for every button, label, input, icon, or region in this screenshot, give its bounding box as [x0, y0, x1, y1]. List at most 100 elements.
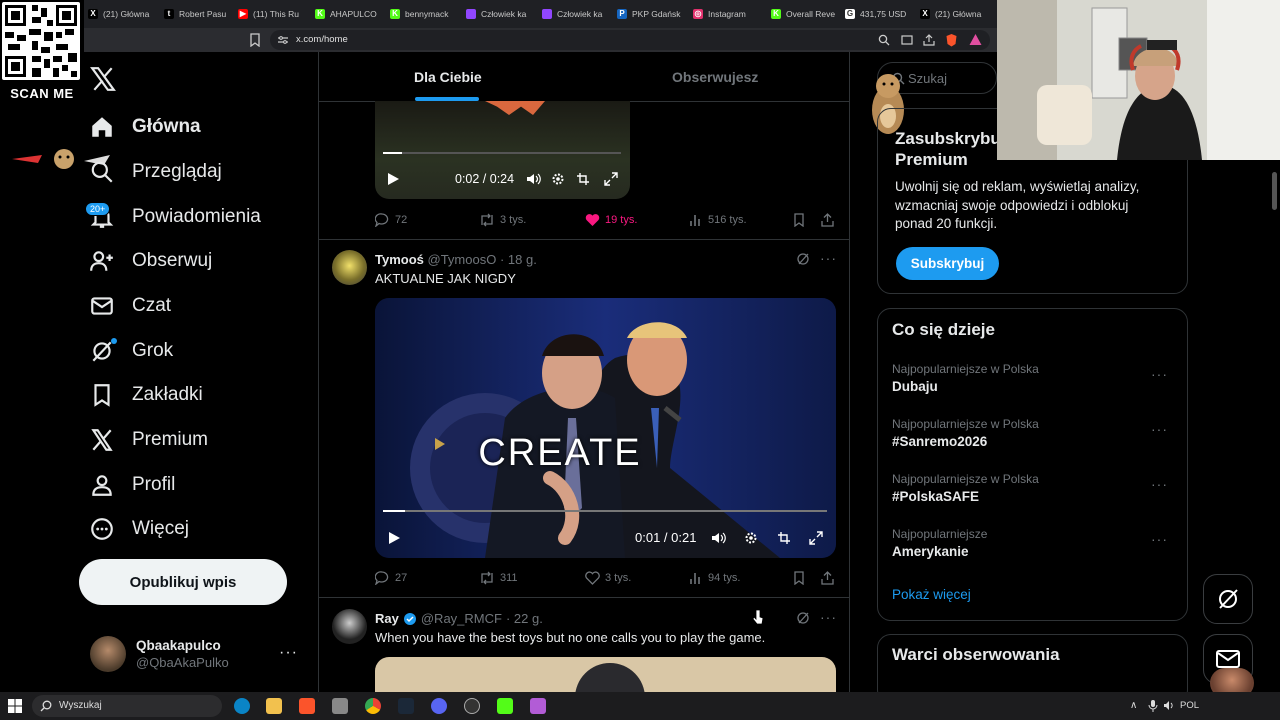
- settings-gear-icon[interactable]: [551, 172, 565, 186]
- language-indicator[interactable]: POL: [1180, 700, 1199, 711]
- tray-chevron-icon[interactable]: ∧: [1130, 700, 1137, 711]
- post3-avatar[interactable]: [332, 609, 367, 644]
- browser-tab[interactable]: G 431,75 USD: [845, 4, 915, 24]
- brave-shield-icon[interactable]: [945, 33, 958, 47]
- post2-more-icon[interactable]: ···: [820, 250, 837, 266]
- repost-button[interactable]: 311: [479, 571, 518, 585]
- grok-explain-icon[interactable]: [796, 611, 810, 625]
- volume-icon[interactable]: [711, 531, 726, 545]
- kick-icon[interactable]: [497, 698, 513, 714]
- sidebar-item-more-circle[interactable]: Więcej: [88, 511, 189, 547]
- play-icon[interactable]: [386, 172, 400, 186]
- sidebar-item-person[interactable]: Profil: [88, 467, 175, 503]
- like-button[interactable]: 3 tys.: [585, 571, 631, 585]
- post2-author-name[interactable]: Tymooś: [375, 252, 424, 267]
- play-icon[interactable]: [387, 531, 401, 545]
- sidebar-item-bell[interactable]: Powiadomienia: [88, 199, 261, 235]
- trend-item[interactable]: Najpopularniejsze w Polska #PolskaSAFE ···: [892, 472, 1182, 504]
- speaker-icon[interactable]: [1163, 700, 1175, 711]
- app2-icon[interactable]: [530, 698, 546, 714]
- fullscreen-icon[interactable]: [604, 172, 618, 186]
- edge-icon[interactable]: [234, 698, 250, 714]
- bookmark-page-icon[interactable]: [248, 33, 262, 47]
- post2-video[interactable]: CREATE 0:01 / 0:21: [375, 298, 836, 558]
- install-app-icon[interactable]: [901, 34, 913, 46]
- volume-icon[interactable]: [526, 172, 541, 186]
- taskbar-search[interactable]: Wyszukaj: [32, 695, 222, 717]
- browser-tab[interactable]: Kbennymack: [390, 4, 460, 24]
- browser-tab[interactable]: K AHAPULCO: [315, 4, 385, 24]
- trend-more-icon[interactable]: ···: [1151, 531, 1168, 547]
- sidebar-item-mail[interactable]: Czat: [88, 288, 171, 324]
- post3-more-icon[interactable]: ···: [820, 609, 837, 625]
- trend-item[interactable]: Najpopularniejsze w Polska #Sanremo2026 ··…: [892, 417, 1182, 449]
- pip-icon[interactable]: [576, 172, 590, 186]
- views-button[interactable]: 516 tys.: [689, 213, 747, 227]
- share-icon[interactable]: [923, 34, 935, 46]
- tab-for-you[interactable]: Dla Ciebie: [414, 69, 482, 85]
- subscribe-button[interactable]: Subskrybuj: [896, 247, 999, 280]
- share-button[interactable]: [821, 571, 834, 585]
- browser-tab[interactable]: X (21) Główna: [920, 4, 990, 24]
- browser-tab[interactable]: ◎ Instagram: [693, 4, 763, 24]
- post2-avatar[interactable]: [332, 250, 367, 285]
- bookmark-button[interactable]: [793, 571, 805, 585]
- sidebar-item-grok[interactable]: Grok: [88, 333, 173, 369]
- sidebar-item-follow[interactable]: Obserwuj: [88, 243, 212, 279]
- browser-tab[interactable]: Człowiek ka: [466, 4, 536, 24]
- browser-tab[interactable]: X (21) Główna: [88, 4, 158, 24]
- post2-handle[interactable]: @TymoosO: [428, 252, 497, 267]
- site-settings-icon[interactable]: [278, 36, 288, 44]
- settings-gear-icon[interactable]: [744, 531, 758, 545]
- windows-start-icon[interactable]: [8, 699, 22, 713]
- fullscreen-icon[interactable]: [809, 531, 823, 545]
- sidebar-item-search[interactable]: Przeglądaj: [88, 154, 222, 190]
- post3-handle[interactable]: @Ray_RMCF: [421, 611, 502, 626]
- trend-item[interactable]: Najpopularniejsze w Polska Dubaju ···: [892, 362, 1182, 394]
- discord-icon[interactable]: [431, 698, 447, 714]
- post3-image[interactable]: [375, 657, 836, 692]
- bookmark-button[interactable]: [793, 213, 805, 227]
- sidebar-item-home[interactable]: Główna: [88, 109, 201, 145]
- repost-button[interactable]: 3 tys.: [479, 213, 526, 227]
- account-switcher[interactable]: Qbaakapulco @QbaAkaPulko ···: [80, 628, 310, 680]
- steam-icon[interactable]: [398, 698, 414, 714]
- more-dots-icon[interactable]: ···: [279, 644, 298, 662]
- trend-more-icon[interactable]: ···: [1151, 476, 1168, 492]
- post2-progress-track[interactable]: [383, 510, 827, 512]
- browser-tab[interactable]: K Overall Reve: [771, 4, 841, 24]
- brave-rewards-icon[interactable]: [969, 33, 982, 46]
- trend-more-icon[interactable]: ···: [1151, 421, 1168, 437]
- show-more-link[interactable]: Pokaż więcej: [892, 587, 971, 602]
- mic-icon[interactable]: [1148, 699, 1158, 712]
- post1-progress-track[interactable]: [383, 152, 621, 154]
- pip-icon[interactable]: [777, 531, 791, 545]
- zoom-icon[interactable]: [878, 34, 890, 46]
- brave-icon[interactable]: [299, 698, 315, 714]
- chrome-icon[interactable]: [365, 698, 381, 714]
- grok-explain-icon[interactable]: [796, 252, 810, 266]
- browser-tab[interactable]: ▶ (11) This Ru: [238, 4, 308, 24]
- browser-tab[interactable]: P PKP Gdańsk: [617, 4, 687, 24]
- obs-icon[interactable]: [464, 698, 480, 714]
- like-button[interactable]: 19 tys.: [585, 213, 637, 227]
- post3-author-name[interactable]: Ray: [375, 611, 399, 626]
- grok-floating-button[interactable]: [1203, 574, 1253, 624]
- file-explorer-icon[interactable]: [266, 698, 282, 714]
- sidebar-item-bookmark[interactable]: Zakładki: [88, 377, 203, 413]
- tab-following[interactable]: Obserwujesz: [672, 69, 758, 85]
- reply-button[interactable]: 27: [375, 571, 407, 585]
- trend-item[interactable]: Najpopularniejsze Amerykanie ···: [892, 527, 1182, 559]
- sidebar-item-x[interactable]: Premium: [88, 422, 208, 458]
- x-logo-icon[interactable]: [90, 66, 116, 92]
- browser-tab[interactable]: Człowiek ka: [542, 4, 612, 24]
- post-button[interactable]: Opublikuj wpis: [79, 559, 287, 605]
- views-button[interactable]: 94 tys.: [689, 571, 740, 585]
- sidebar-item-label: Grok: [132, 340, 174, 361]
- scrollbar-thumb[interactable]: [1272, 172, 1277, 210]
- browser-tab[interactable]: t Robert Pasu: [164, 4, 234, 24]
- reply-button[interactable]: 72: [375, 213, 407, 227]
- share-button[interactable]: [821, 213, 834, 227]
- trend-more-icon[interactable]: ···: [1151, 366, 1168, 382]
- app-icon[interactable]: [332, 698, 348, 714]
